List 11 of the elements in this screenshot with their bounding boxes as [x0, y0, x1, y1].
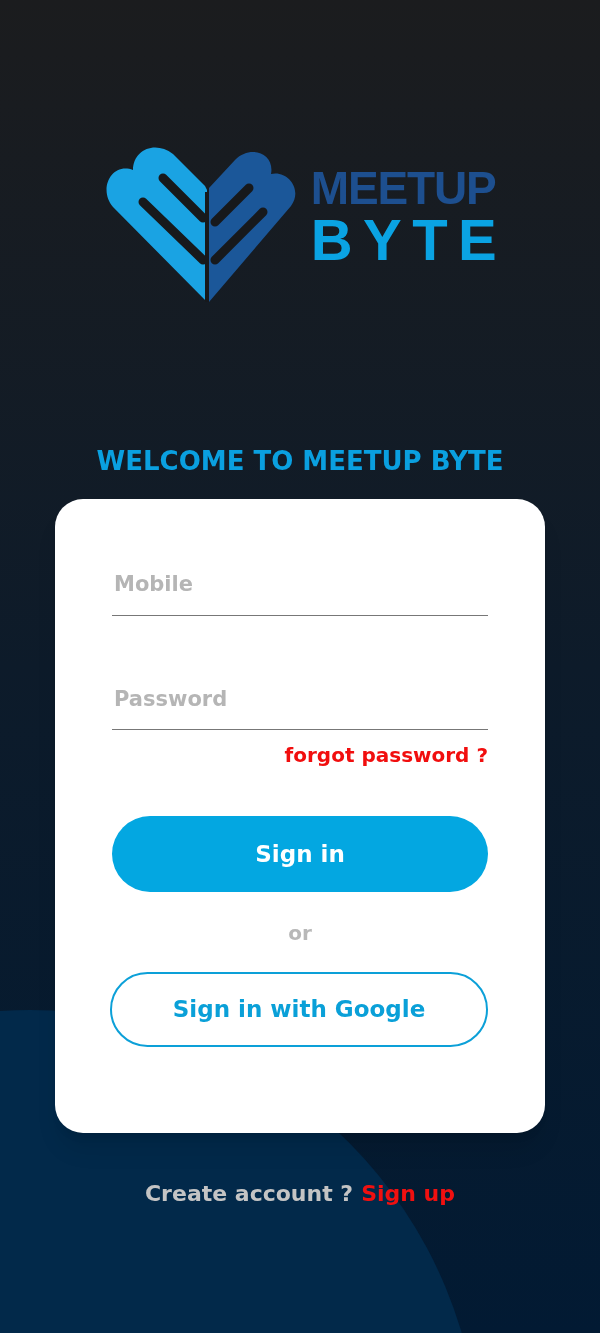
input-field[interactable]: Mobile [112, 569, 488, 616]
sign-up-link[interactable]: Sign up [361, 1177, 455, 1210]
forgot-password-link[interactable]: forgot password ? [284, 740, 488, 770]
welcome-title: WELCOME TO MEETUP BYTE [96, 445, 504, 478]
input-field[interactable]: Password [112, 683, 488, 730]
logo-text: MEETUP [310, 165, 497, 211]
sign-in-button[interactable]: Sign in [112, 816, 488, 892]
or-separator: or [288, 920, 312, 947]
google-sign-in-button[interactable]: Sign in with Google [110, 972, 488, 1047]
logo-text: BYTE [310, 211, 508, 269]
create-account-prompt: Create account ? [144, 1180, 354, 1208]
